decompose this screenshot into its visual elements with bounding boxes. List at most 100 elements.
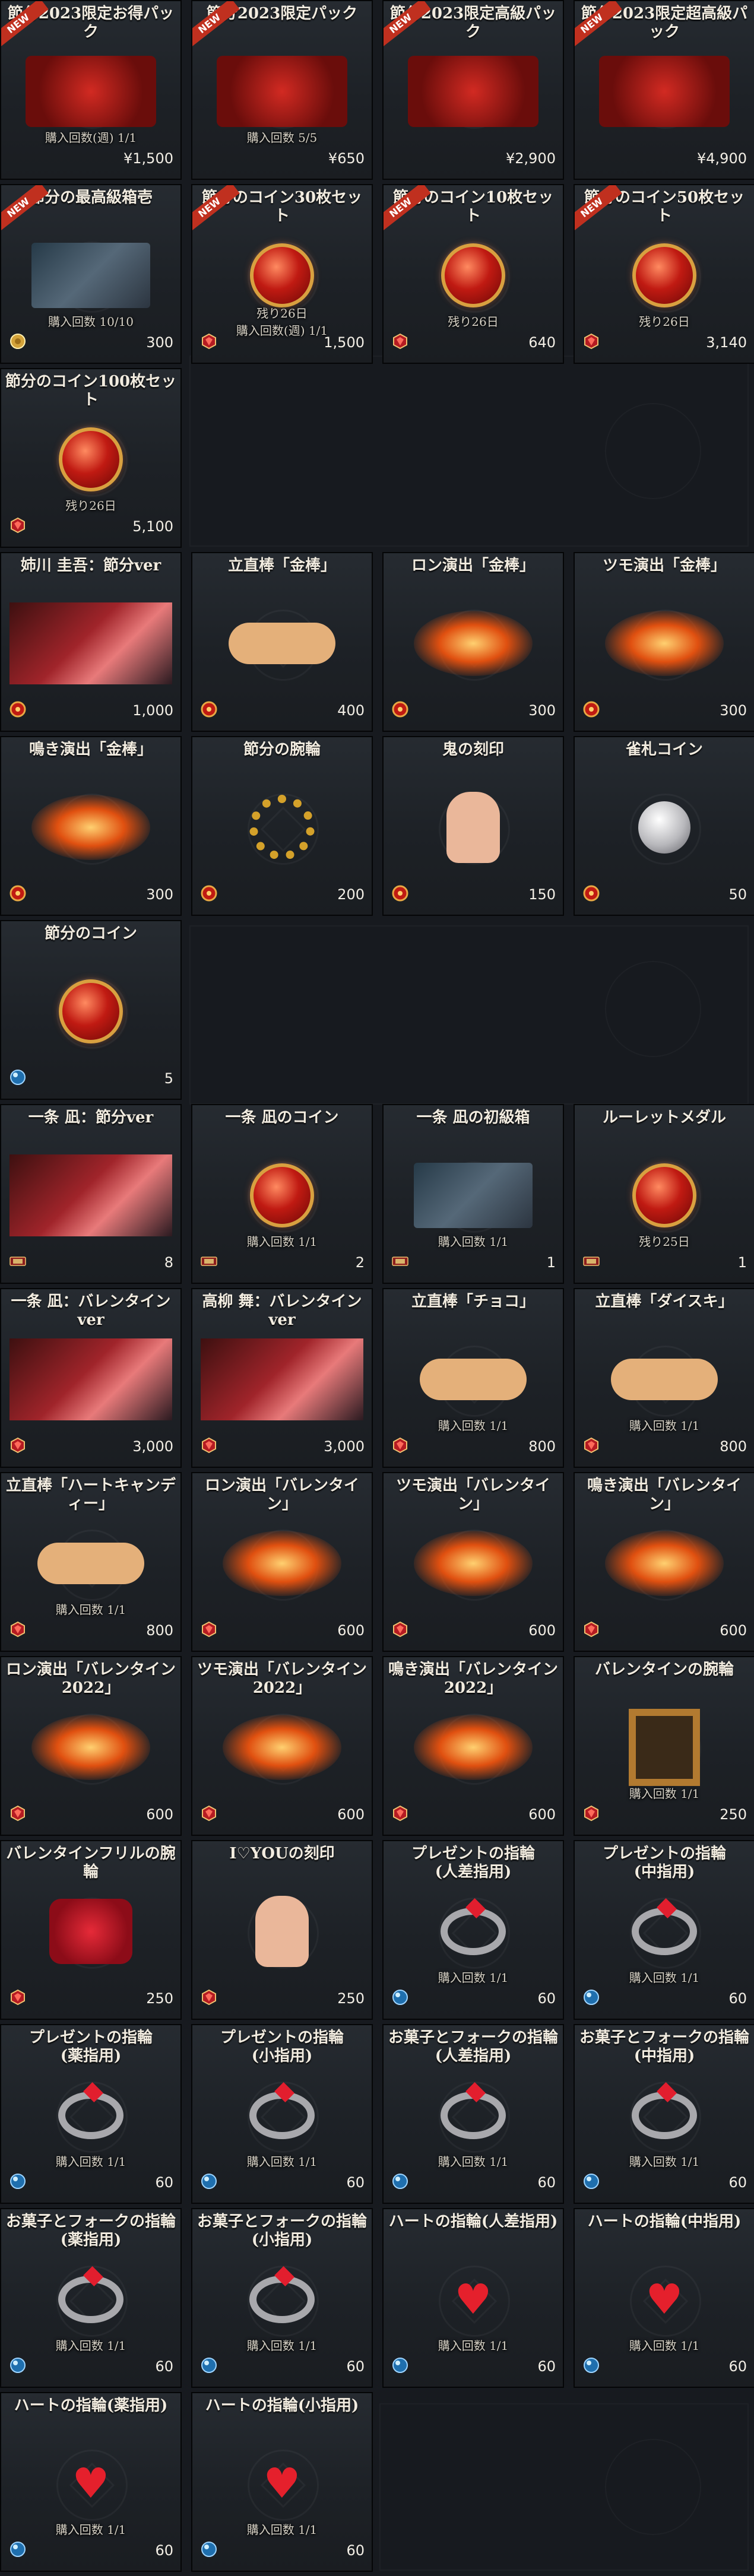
item-price: 60 — [346, 2174, 365, 2191]
shop-item-card[interactable]: 一条 凪：節分ver 8 — [0, 1104, 182, 1284]
shop-item-card[interactable]: プレゼントの指輪 (小指用) 購入回数 1/1 60 — [191, 2024, 373, 2204]
item-thumbnail — [392, 234, 555, 317]
item-thumbnail — [9, 1890, 172, 1973]
shop-item-card[interactable]: 節分のコイン10枚セット NEW 残り26日 640 — [382, 184, 564, 364]
nagi-coin-icon — [250, 1163, 314, 1227]
shop-item-card[interactable]: 姉川 圭吾：節分ver 1,000 — [0, 552, 182, 732]
shop-item-card[interactable]: 立直棒「ダイスキ」 購入回数 1/1 800 — [574, 1288, 754, 1468]
shop-item-card[interactable]: ロン演出「金棒」 300 — [382, 552, 564, 732]
shop-item-card[interactable]: プレゼントの指輪 (中指用) 購入回数 1/1 60 — [574, 1840, 754, 2020]
shop-item-card[interactable]: お菓子とフォークの指輪 (中指用) 購入回数 1/1 60 — [574, 2024, 754, 2204]
shop-item-card[interactable]: 鳴き演出「バレンタイン」 600 — [574, 1472, 754, 1652]
shop-item-card[interactable]: 節分のコイン100枚セット 残り26日 5,100 — [0, 368, 182, 548]
item-price: 200 — [337, 886, 365, 903]
item-title: プレゼントの指輪 (人差指用) — [411, 1845, 535, 1881]
item-price: 60 — [728, 2358, 747, 2375]
shop-item-card[interactable]: ハートの指輪(人差指用) ♥ 購入回数 1/1 60 — [382, 2208, 564, 2388]
purchase-limit: 残り25日 — [639, 1235, 690, 1249]
shop-item-card[interactable]: 節分2023限定高級パック NEW ¥2,900 — [382, 0, 564, 180]
item-title: プレゼントの指輪 (小指用) — [220, 2029, 344, 2065]
shop-item-card[interactable]: お菓子とフォークの指輪 (小指用) 購入回数 1/1 60 — [191, 2208, 373, 2388]
shop-item-card[interactable]: ロン演出「バレンタイン2022」 600 — [0, 1656, 182, 1836]
shop-item-card[interactable]: お菓子とフォークの指輪 (人差指用) 購入回数 1/1 60 — [382, 2024, 564, 2204]
setsubun-coin-icon — [441, 243, 505, 307]
shop-item-card[interactable]: ハートの指輪(薬指用) ♥ 購入回数 1/1 60 — [0, 2392, 182, 2572]
shop-item-card[interactable]: 立直棒「ハートキャンディー」 購入回数 1/1 800 — [0, 1472, 182, 1652]
purchase-limit: 購入回数 1/1 — [438, 2339, 509, 2353]
purchase-limit: 購入回数 10/10 — [48, 315, 134, 329]
item-price: 60 — [346, 2542, 365, 2559]
purchase-limit: 購入回数 1/1 — [55, 1603, 126, 1617]
shop-item-card[interactable]: 一条 凪：バレンタインver 3,000 — [0, 1288, 182, 1468]
setsubun-coin-icon — [59, 427, 123, 491]
shop-item-card[interactable]: 節分2023限定お得パック NEW 購入回数(週) 1/1 ¥1,500 — [0, 0, 182, 180]
item-price: 600 — [337, 1622, 365, 1639]
item-thumbnail — [9, 1338, 172, 1421]
item-title: ハートの指輪(小指用) — [205, 2397, 359, 2415]
item-price: 50 — [728, 886, 747, 903]
shop-item-card[interactable]: ツモ演出「バレンタイン」 600 — [382, 1472, 564, 1652]
shop-item-card[interactable]: 雀札コイン 50 — [574, 736, 754, 916]
shop-item-card[interactable]: 鳴き演出「バレンタイン2022」 600 — [382, 1656, 564, 1836]
item-price: 60 — [155, 2358, 173, 2375]
item-price: 400 — [337, 702, 365, 719]
shop-item-card[interactable]: 一条 凪の初級箱 購入回数 1/1 1 — [382, 1104, 564, 1284]
shop-item-card[interactable]: ハートの指輪(小指用) ♥ 購入回数 1/1 60 — [191, 2392, 373, 2572]
item-price: 600 — [720, 1622, 747, 1639]
shop-item-card[interactable]: ロン演出「バレンタイン」 600 — [191, 1472, 373, 1652]
shop-item-card[interactable]: ツモ演出「金棒」 300 — [574, 552, 754, 732]
shop-item-card[interactable]: ルーレットメダル 残り25日 1 — [574, 1104, 754, 1284]
shop-item-card[interactable]: プレゼントの指輪 (薬指用) 購入回数 1/1 60 — [0, 2024, 182, 2204]
shop-item-card[interactable]: バレンタインの腕輪 購入回数 1/1 250 — [574, 1656, 754, 1836]
shop-item-card[interactable]: 節分2023限定パック NEW 購入回数 5/5 ¥650 — [191, 0, 373, 180]
item-thumbnail — [201, 2074, 363, 2157]
item-title: 節分の腕輪 — [243, 741, 321, 759]
ring-icon — [249, 2082, 315, 2139]
riichi-stick-icon — [420, 1359, 527, 1400]
item-title: プレゼントの指輪 (中指用) — [602, 1845, 726, 1881]
item-title: お菓子とフォークの指輪 (薬指用) — [5, 2213, 176, 2249]
purchase-limit: 購入回数 1/1 — [629, 1787, 700, 1801]
shop-item-card[interactable]: バレンタインフリルの腕輪 250 — [0, 1840, 182, 2020]
item-price: 600 — [146, 1806, 173, 1823]
item-title: お菓子とフォークの指輪 (中指用) — [579, 2029, 749, 2065]
shop-item-card[interactable]: I♡YOUの刻印 250 — [191, 1840, 373, 2020]
shop-item-card[interactable]: 節分の最高級箱壱 NEW 購入回数 10/10 300 — [0, 184, 182, 364]
purchase-limit: 購入回数 1/1 — [438, 1971, 509, 1985]
shop-item-card[interactable]: 節分のコイン30枚セット NEW 残り26日 購入回数(週) 1/1 1,500 — [191, 184, 373, 364]
shop-item-card[interactable]: 鳴き演出「金棒」 300 — [0, 736, 182, 916]
shop-item-card[interactable]: プレゼントの指輪 (人差指用) 購入回数 1/1 60 — [382, 1840, 564, 2020]
item-price: 60 — [155, 2174, 173, 2191]
shop-item-card[interactable]: 鬼の刻印 150 — [382, 736, 564, 916]
item-thumbnail — [9, 1706, 172, 1789]
item-thumbnail — [9, 970, 172, 1053]
purchase-limit: 購入回数 1/1 — [55, 2339, 126, 2353]
item-title: 一条 凪：節分ver — [28, 1109, 154, 1127]
item-title: ルーレットメダル — [602, 1109, 726, 1127]
shop-item-card[interactable]: ツモ演出「バレンタイン2022」 600 — [191, 1656, 373, 1836]
call-effect-icon — [31, 795, 150, 860]
item-title: バレンタインフリルの腕輪 — [6, 1845, 176, 1881]
item-thumbnail — [392, 50, 555, 133]
ribbon-bracelet-icon — [49, 1899, 132, 1964]
shop-item-card[interactable]: 立直棒「チョコ」 購入回数 1/1 800 — [382, 1288, 564, 1468]
shop-item-card[interactable]: 高柳 舞：バレンタインver 3,000 — [191, 1288, 373, 1468]
shop-item-card[interactable]: 節分のコイン50枚セット NEW 残り26日 3,140 — [574, 184, 754, 364]
item-title: 鳴き演出「バレンタイン」 — [587, 1477, 742, 1513]
shop-item-card[interactable]: ハートの指輪(中指用) ♥ 購入回数 1/1 60 — [574, 2208, 754, 2388]
item-price: 300 — [528, 702, 556, 719]
shop-item-card[interactable]: 節分の腕輪 200 — [191, 736, 373, 916]
ron-effect-icon — [414, 611, 533, 676]
shop-item-card[interactable]: お菓子とフォークの指輪 (薬指用) 購入回数 1/1 60 — [0, 2208, 182, 2388]
shop-item-card[interactable]: 一条 凪のコイン 購入回数 1/1 2 — [191, 1104, 373, 1284]
purchase-limit: 購入回数 5/5 — [246, 131, 318, 145]
shop-item-card[interactable]: 立直棒「金棒」 400 — [191, 552, 373, 732]
character-art-icon — [9, 1338, 172, 1420]
item-thumbnail — [9, 2258, 172, 2341]
item-price: 600 — [528, 1622, 556, 1639]
heart-ring-icon: ♥ — [454, 2275, 492, 2324]
item-thumbnail — [9, 602, 172, 685]
shop-item-card[interactable]: 節分2023限定超高級パック NEW ¥4,900 — [574, 0, 754, 180]
item-thumbnail — [392, 1338, 555, 1421]
shop-item-card[interactable]: 節分のコイン 5 — [0, 920, 182, 1100]
